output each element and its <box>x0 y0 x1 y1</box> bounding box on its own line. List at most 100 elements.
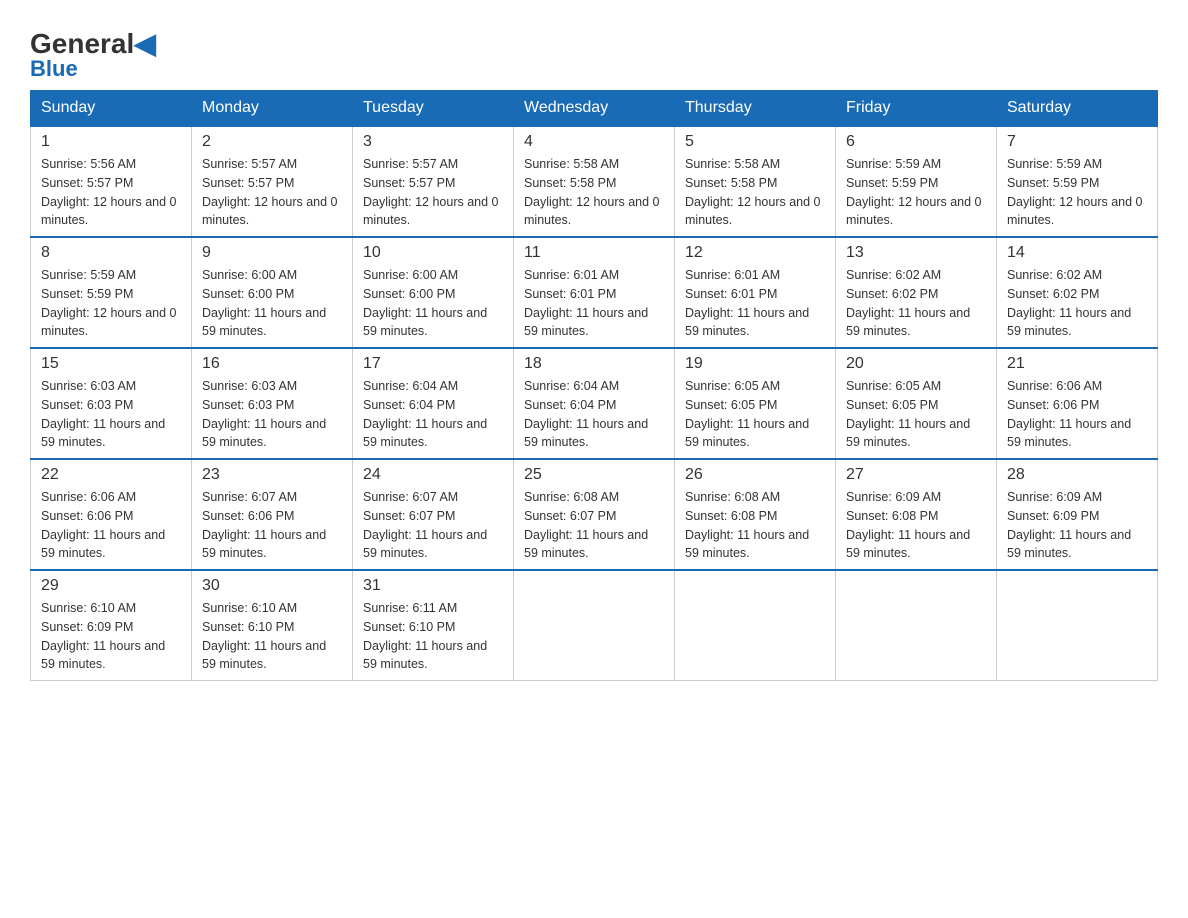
calendar-day-cell: 9 Sunrise: 6:00 AMSunset: 6:00 PMDayligh… <box>192 237 353 348</box>
weekday-header-thursday: Thursday <box>675 91 836 127</box>
calendar-day-cell: 4 Sunrise: 5:58 AMSunset: 5:58 PMDayligh… <box>514 126 675 237</box>
calendar-day-cell: 16 Sunrise: 6:03 AMSunset: 6:03 PMDaylig… <box>192 348 353 459</box>
day-number: 20 <box>846 355 986 373</box>
day-number: 31 <box>363 577 503 595</box>
calendar-week-row: 1 Sunrise: 5:56 AMSunset: 5:57 PMDayligh… <box>31 126 1158 237</box>
calendar-day-cell: 3 Sunrise: 5:57 AMSunset: 5:57 PMDayligh… <box>353 126 514 237</box>
day-info: Sunrise: 6:06 AMSunset: 6:06 PMDaylight:… <box>41 488 181 563</box>
calendar-day-cell: 6 Sunrise: 5:59 AMSunset: 5:59 PMDayligh… <box>836 126 997 237</box>
weekday-header-friday: Friday <box>836 91 997 127</box>
calendar-week-row: 29 Sunrise: 6:10 AMSunset: 6:09 PMDaylig… <box>31 570 1158 681</box>
day-number: 3 <box>363 133 503 151</box>
day-info: Sunrise: 6:10 AMSunset: 6:10 PMDaylight:… <box>202 599 342 674</box>
day-info: Sunrise: 6:03 AMSunset: 6:03 PMDaylight:… <box>202 377 342 452</box>
weekday-header-tuesday: Tuesday <box>353 91 514 127</box>
day-info: Sunrise: 6:06 AMSunset: 6:06 PMDaylight:… <box>1007 377 1147 452</box>
calendar-day-cell: 26 Sunrise: 6:08 AMSunset: 6:08 PMDaylig… <box>675 459 836 570</box>
page-header: General◀ Blue <box>30 20 1158 80</box>
day-number: 14 <box>1007 244 1147 262</box>
day-number: 6 <box>846 133 986 151</box>
calendar-day-cell: 18 Sunrise: 6:04 AMSunset: 6:04 PMDaylig… <box>514 348 675 459</box>
weekday-header-wednesday: Wednesday <box>514 91 675 127</box>
empty-calendar-cell <box>997 570 1158 681</box>
day-info: Sunrise: 6:05 AMSunset: 6:05 PMDaylight:… <box>685 377 825 452</box>
day-number: 23 <box>202 466 342 484</box>
weekday-header-monday: Monday <box>192 91 353 127</box>
day-number: 5 <box>685 133 825 151</box>
weekday-header-row: SundayMondayTuesdayWednesdayThursdayFrid… <box>31 91 1158 127</box>
day-number: 11 <box>524 244 664 262</box>
day-number: 2 <box>202 133 342 151</box>
day-info: Sunrise: 5:56 AMSunset: 5:57 PMDaylight:… <box>41 155 181 230</box>
logo-general-text: General◀ <box>30 30 156 58</box>
day-number: 29 <box>41 577 181 595</box>
day-info: Sunrise: 6:11 AMSunset: 6:10 PMDaylight:… <box>363 599 503 674</box>
day-number: 27 <box>846 466 986 484</box>
weekday-header-sunday: Sunday <box>31 91 192 127</box>
day-number: 19 <box>685 355 825 373</box>
day-number: 30 <box>202 577 342 595</box>
day-info: Sunrise: 6:00 AMSunset: 6:00 PMDaylight:… <box>363 266 503 341</box>
calendar-week-row: 8 Sunrise: 5:59 AMSunset: 5:59 PMDayligh… <box>31 237 1158 348</box>
day-number: 18 <box>524 355 664 373</box>
calendar-day-cell: 27 Sunrise: 6:09 AMSunset: 6:08 PMDaylig… <box>836 459 997 570</box>
calendar-day-cell: 14 Sunrise: 6:02 AMSunset: 6:02 PMDaylig… <box>997 237 1158 348</box>
calendar-day-cell: 29 Sunrise: 6:10 AMSunset: 6:09 PMDaylig… <box>31 570 192 681</box>
calendar-day-cell: 22 Sunrise: 6:06 AMSunset: 6:06 PMDaylig… <box>31 459 192 570</box>
day-number: 13 <box>846 244 986 262</box>
day-number: 22 <box>41 466 181 484</box>
day-number: 17 <box>363 355 503 373</box>
calendar-day-cell: 11 Sunrise: 6:01 AMSunset: 6:01 PMDaylig… <box>514 237 675 348</box>
day-number: 15 <box>41 355 181 373</box>
day-info: Sunrise: 6:08 AMSunset: 6:08 PMDaylight:… <box>685 488 825 563</box>
weekday-header-saturday: Saturday <box>997 91 1158 127</box>
day-info: Sunrise: 6:07 AMSunset: 6:06 PMDaylight:… <box>202 488 342 563</box>
calendar-day-cell: 15 Sunrise: 6:03 AMSunset: 6:03 PMDaylig… <box>31 348 192 459</box>
calendar-day-cell: 17 Sunrise: 6:04 AMSunset: 6:04 PMDaylig… <box>353 348 514 459</box>
day-info: Sunrise: 5:59 AMSunset: 5:59 PMDaylight:… <box>41 266 181 341</box>
logo-triangle-icon: ◀ <box>134 28 156 59</box>
day-info: Sunrise: 6:02 AMSunset: 6:02 PMDaylight:… <box>846 266 986 341</box>
empty-calendar-cell <box>836 570 997 681</box>
day-number: 10 <box>363 244 503 262</box>
calendar-day-cell: 30 Sunrise: 6:10 AMSunset: 6:10 PMDaylig… <box>192 570 353 681</box>
calendar-week-row: 22 Sunrise: 6:06 AMSunset: 6:06 PMDaylig… <box>31 459 1158 570</box>
day-number: 7 <box>1007 133 1147 151</box>
calendar-week-row: 15 Sunrise: 6:03 AMSunset: 6:03 PMDaylig… <box>31 348 1158 459</box>
day-info: Sunrise: 5:59 AMSunset: 5:59 PMDaylight:… <box>1007 155 1147 230</box>
day-info: Sunrise: 5:57 AMSunset: 5:57 PMDaylight:… <box>202 155 342 230</box>
day-info: Sunrise: 5:57 AMSunset: 5:57 PMDaylight:… <box>363 155 503 230</box>
calendar-day-cell: 24 Sunrise: 6:07 AMSunset: 6:07 PMDaylig… <box>353 459 514 570</box>
logo: General◀ Blue <box>30 20 156 80</box>
day-number: 26 <box>685 466 825 484</box>
day-number: 12 <box>685 244 825 262</box>
day-info: Sunrise: 6:05 AMSunset: 6:05 PMDaylight:… <box>846 377 986 452</box>
day-info: Sunrise: 6:07 AMSunset: 6:07 PMDaylight:… <box>363 488 503 563</box>
day-number: 21 <box>1007 355 1147 373</box>
calendar-day-cell: 2 Sunrise: 5:57 AMSunset: 5:57 PMDayligh… <box>192 126 353 237</box>
calendar-day-cell: 25 Sunrise: 6:08 AMSunset: 6:07 PMDaylig… <box>514 459 675 570</box>
day-info: Sunrise: 6:04 AMSunset: 6:04 PMDaylight:… <box>363 377 503 452</box>
calendar-day-cell: 20 Sunrise: 6:05 AMSunset: 6:05 PMDaylig… <box>836 348 997 459</box>
calendar-day-cell: 13 Sunrise: 6:02 AMSunset: 6:02 PMDaylig… <box>836 237 997 348</box>
day-info: Sunrise: 6:00 AMSunset: 6:00 PMDaylight:… <box>202 266 342 341</box>
day-info: Sunrise: 6:10 AMSunset: 6:09 PMDaylight:… <box>41 599 181 674</box>
calendar-day-cell: 7 Sunrise: 5:59 AMSunset: 5:59 PMDayligh… <box>997 126 1158 237</box>
day-number: 24 <box>363 466 503 484</box>
day-number: 9 <box>202 244 342 262</box>
calendar-day-cell: 28 Sunrise: 6:09 AMSunset: 6:09 PMDaylig… <box>997 459 1158 570</box>
day-number: 8 <box>41 244 181 262</box>
calendar-day-cell: 8 Sunrise: 5:59 AMSunset: 5:59 PMDayligh… <box>31 237 192 348</box>
day-number: 4 <box>524 133 664 151</box>
day-info: Sunrise: 5:58 AMSunset: 5:58 PMDaylight:… <box>685 155 825 230</box>
day-info: Sunrise: 6:09 AMSunset: 6:08 PMDaylight:… <box>846 488 986 563</box>
day-info: Sunrise: 5:59 AMSunset: 5:59 PMDaylight:… <box>846 155 986 230</box>
logo-blue-text: Blue <box>30 58 78 80</box>
day-info: Sunrise: 6:03 AMSunset: 6:03 PMDaylight:… <box>41 377 181 452</box>
calendar-day-cell: 21 Sunrise: 6:06 AMSunset: 6:06 PMDaylig… <box>997 348 1158 459</box>
calendar-day-cell: 19 Sunrise: 6:05 AMSunset: 6:05 PMDaylig… <box>675 348 836 459</box>
empty-calendar-cell <box>675 570 836 681</box>
calendar-day-cell: 12 Sunrise: 6:01 AMSunset: 6:01 PMDaylig… <box>675 237 836 348</box>
day-number: 25 <box>524 466 664 484</box>
calendar-day-cell: 1 Sunrise: 5:56 AMSunset: 5:57 PMDayligh… <box>31 126 192 237</box>
